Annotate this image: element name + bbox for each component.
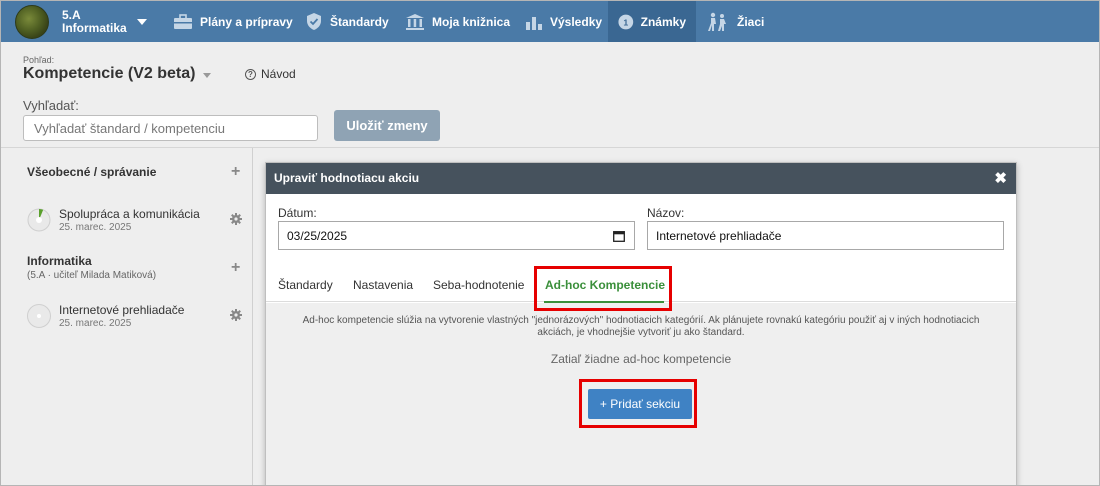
nav-label: Výsledky bbox=[550, 14, 603, 29]
nav-moja-kniznica[interactable]: Moja knižnica bbox=[395, 1, 520, 42]
item-date: 25. marec. 2025 bbox=[59, 222, 132, 233]
name-field[interactable]: Internetové prehliadače bbox=[647, 221, 1004, 250]
library-icon bbox=[406, 14, 424, 30]
info-text: Ad-hoc kompetencie slúžia na vytvorenie … bbox=[302, 315, 980, 338]
tab-nastavenia[interactable]: Nastavenia bbox=[353, 278, 413, 292]
school-logo bbox=[15, 5, 49, 39]
nav-plany-a-pripravy[interactable]: Plány a prípravy bbox=[163, 1, 303, 42]
students-icon bbox=[708, 12, 726, 31]
name-value: Internetové prehliadače bbox=[656, 228, 782, 243]
save-changes-button[interactable]: Uložiť zmeny bbox=[334, 110, 440, 141]
nav-standardy[interactable]: Štandardy bbox=[295, 1, 399, 42]
item-date: 25. marec. 2025 bbox=[59, 318, 132, 329]
date-label: Dátum: bbox=[278, 206, 317, 220]
gear-icon[interactable] bbox=[230, 213, 242, 225]
nav-znamky[interactable]: 1 Známky bbox=[608, 1, 696, 42]
question-icon: ? bbox=[245, 68, 256, 80]
caret-down-icon[interactable] bbox=[203, 73, 211, 78]
nav-label: Známky bbox=[640, 14, 686, 29]
nav-vysledky[interactable]: Výsledky bbox=[515, 1, 612, 42]
nav-ziaci[interactable]: Žiaci bbox=[696, 1, 774, 42]
help-label: Návod bbox=[261, 67, 296, 81]
class-selector[interactable]: 5.A Informatika bbox=[15, 4, 147, 40]
list-item[interactable]: Internetové prehliadače 25. marec. 2025 bbox=[27, 303, 184, 329]
section-title: Informatika bbox=[27, 254, 92, 268]
add-icon[interactable]: + bbox=[231, 164, 240, 180]
close-icon[interactable]: ✖ bbox=[994, 163, 1007, 194]
edit-assessment-modal: Upraviť hodnotiacu akciu ✖ Dátum: 03/25/… bbox=[265, 162, 1017, 485]
item-title: Spolupráca a komunikácia bbox=[59, 207, 200, 221]
bar-chart-icon bbox=[526, 16, 542, 30]
item-title: Internetové prehliadače bbox=[59, 303, 185, 317]
search-label: Vyhľadať: bbox=[23, 98, 79, 113]
empty-state-text: Zatiaľ žiadne ad-hoc kompetencie bbox=[550, 352, 732, 366]
divider bbox=[1, 147, 1099, 148]
search-input[interactable] bbox=[23, 115, 318, 141]
svg-text:1: 1 bbox=[623, 17, 628, 27]
name-label: Názov: bbox=[647, 206, 685, 220]
subject-name: Informatika bbox=[62, 21, 127, 35]
divider bbox=[252, 148, 253, 485]
view-label: Pohľad: bbox=[23, 55, 55, 65]
class-selector-text: 5.A Informatika bbox=[62, 9, 127, 35]
modal-title: Upraviť hodnotiacu akciu bbox=[274, 171, 420, 185]
view-selector[interactable]: Kompetencie (V2 beta) bbox=[23, 65, 195, 83]
highlight-box bbox=[579, 379, 697, 428]
progress-circle-icon bbox=[27, 208, 51, 232]
list-item[interactable]: Spolupráca a komunikácia 25. marec. 2025 bbox=[27, 207, 200, 233]
nav-label: Štandardy bbox=[330, 14, 389, 29]
add-icon[interactable]: + bbox=[231, 260, 240, 276]
nav-label: Žiaci bbox=[737, 14, 765, 29]
app-window: 5.A Informatika Plány a prípravy Štandar… bbox=[0, 0, 1100, 486]
grade-icon: 1 bbox=[618, 14, 634, 29]
nav-label: Moja knižnica bbox=[432, 14, 511, 29]
nav-label: Plány a prípravy bbox=[200, 14, 293, 29]
date-field[interactable]: 03/25/2025 bbox=[278, 221, 635, 250]
modal-header: Upraviť hodnotiacu akciu ✖ bbox=[266, 163, 1016, 194]
help-link[interactable]: ? Návod bbox=[245, 67, 296, 81]
briefcase-icon bbox=[174, 13, 192, 29]
tab-standardy[interactable]: Štandardy bbox=[278, 278, 333, 292]
section-title: Všeobecné / správanie bbox=[27, 165, 157, 179]
date-value: 03/25/2025 bbox=[287, 228, 348, 243]
gear-icon[interactable] bbox=[230, 309, 242, 321]
progress-circle-icon bbox=[27, 304, 51, 328]
calendar-icon[interactable] bbox=[613, 230, 625, 242]
caret-down-icon bbox=[136, 19, 147, 25]
shield-check-icon bbox=[307, 13, 321, 30]
tab-seba-hodnotenie[interactable]: Seba-hodnotenie bbox=[433, 278, 524, 292]
top-navbar: 5.A Informatika Plány a prípravy Štandar… bbox=[1, 1, 1099, 42]
section-subtitle: (5.A · učiteľ Milada Matiková) bbox=[27, 270, 157, 281]
highlight-box bbox=[534, 266, 672, 311]
